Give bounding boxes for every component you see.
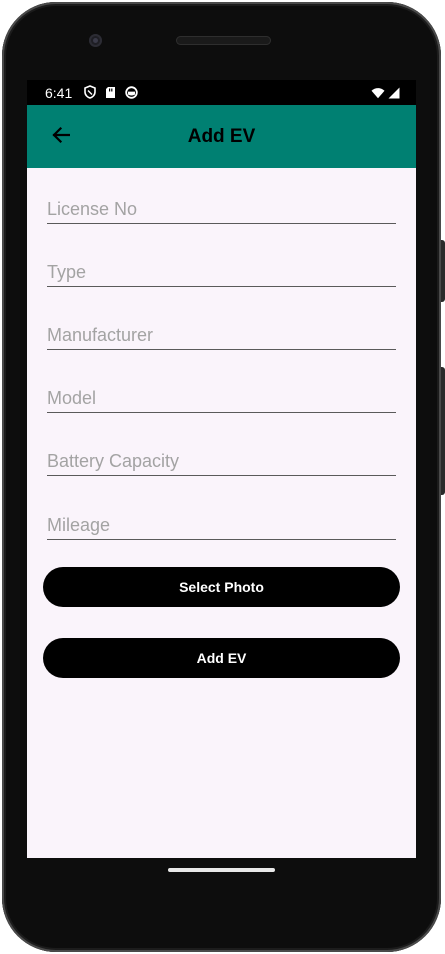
sd-card-icon bbox=[105, 86, 116, 104]
model-field[interactable] bbox=[47, 382, 396, 413]
page-title: Add EV bbox=[187, 126, 256, 147]
type-field[interactable] bbox=[47, 256, 396, 287]
battery-capacity-field[interactable] bbox=[47, 445, 396, 476]
type-input[interactable] bbox=[47, 260, 396, 284]
license-no-input[interactable] bbox=[47, 197, 396, 221]
front-camera bbox=[89, 34, 102, 47]
status-bar: 6:41 bbox=[27, 80, 416, 105]
app-screen: 6:41 Add EV License No Type Manufacturer… bbox=[27, 80, 416, 858]
wifi-icon bbox=[371, 86, 385, 104]
model-input[interactable] bbox=[47, 386, 396, 410]
add-ev-label: Add EV bbox=[196, 650, 247, 666]
status-system-icons bbox=[371, 86, 400, 104]
earpiece-speaker bbox=[176, 36, 271, 45]
cell-signal-icon bbox=[388, 86, 400, 104]
add-ev-button[interactable]: Add EV bbox=[43, 638, 400, 678]
app-notification-icon bbox=[125, 85, 138, 104]
select-photo-button[interactable]: Select Photo bbox=[43, 567, 400, 607]
shield-icon bbox=[84, 85, 96, 104]
app-bar: Add EV bbox=[27, 105, 416, 168]
home-gesture-handle[interactable] bbox=[168, 868, 275, 872]
select-photo-label: Select Photo bbox=[179, 579, 264, 595]
manufacturer-input[interactable] bbox=[47, 323, 396, 347]
mileage-input[interactable] bbox=[47, 513, 396, 537]
battery-capacity-input[interactable] bbox=[47, 449, 396, 473]
license-no-field[interactable] bbox=[47, 193, 396, 224]
phone-frame: 6:41 Add EV License No Type Manufacturer… bbox=[2, 2, 445, 952]
status-notification-icons bbox=[84, 85, 138, 104]
mileage-field[interactable] bbox=[47, 509, 396, 540]
status-time: 6:41 bbox=[45, 85, 73, 101]
volume-button bbox=[441, 367, 445, 495]
power-button bbox=[441, 240, 445, 302]
manufacturer-field[interactable] bbox=[47, 319, 396, 350]
